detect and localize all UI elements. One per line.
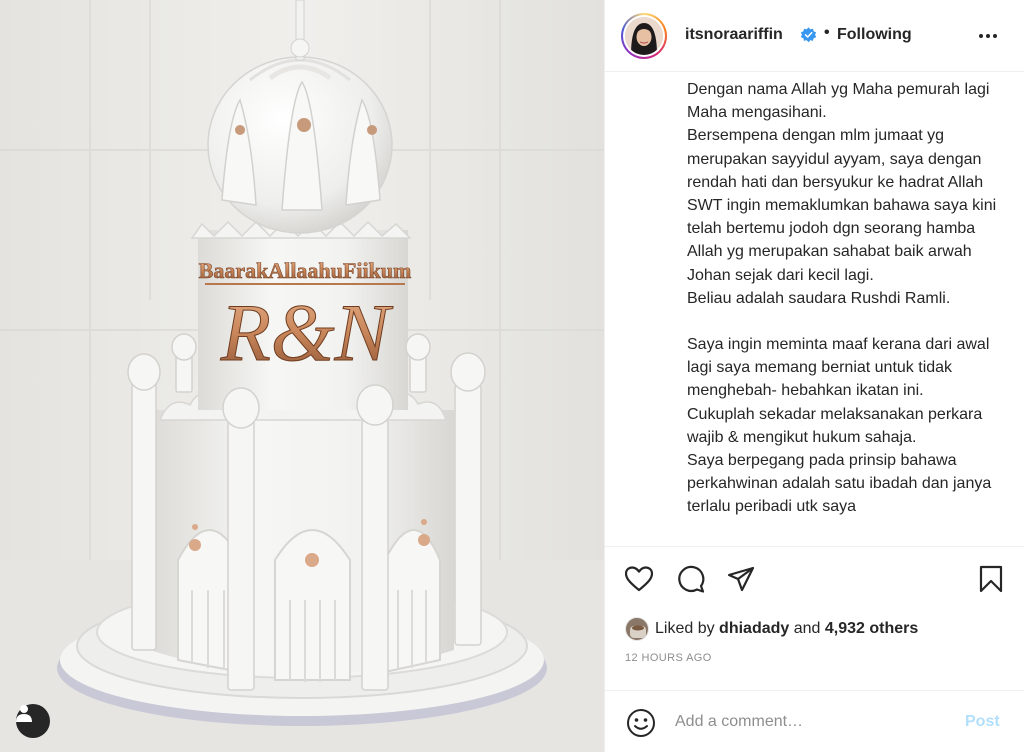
post-timestamp[interactable]: 12 HOURS AGO [625, 652, 712, 664]
post-image[interactable]: BaarakAllaahuFiikum R&N [0, 0, 604, 752]
topper-text-initials: R&N [220, 287, 394, 378]
username[interactable]: itsnoraariffin [685, 26, 783, 44]
post-details-panel: itsnoraariffin • Following Dengan nama A… [604, 0, 1024, 752]
caption-scroll-area[interactable]: Dengan nama Allah yg Maha pemurah lagi M… [605, 73, 1024, 545]
verified-badge-icon [800, 27, 817, 43]
caption-paragraph: Bersempena dengan mlm jumaat yg merupaka… [687, 127, 997, 284]
header-separator: • [824, 24, 830, 41]
comment-input[interactable] [675, 709, 955, 735]
avatar[interactable] [621, 13, 667, 59]
more-options-icon[interactable] [973, 26, 1003, 46]
action-bar [605, 546, 1024, 608]
following-button[interactable]: Following [837, 26, 912, 44]
post-comment-button[interactable]: Post [965, 713, 1000, 731]
likes-conjunction: and [793, 620, 821, 637]
user-profile-icon[interactable] [16, 704, 50, 738]
likes-summary: Liked by dhiadady and 4,932 others [625, 615, 918, 643]
comment-bar: Post [605, 690, 1024, 752]
liker-avatar[interactable] [625, 617, 649, 641]
post-header: itsnoraariffin • Following [605, 0, 1024, 72]
topper-text-top: BaarakAllaahuFiikum [199, 258, 412, 283]
caption-paragraph: Dengan nama Allah yg Maha pemurah lagi M… [687, 81, 990, 122]
likes-others-link[interactable]: 4,932 others [825, 620, 918, 638]
post-caption: Dengan nama Allah yg Maha pemurah lagi M… [687, 78, 1012, 519]
caption-paragraph: Beliau adalah saudara Rushdi Ramli. [687, 289, 951, 307]
bookmark-icon[interactable] [975, 563, 1007, 595]
comment-icon[interactable] [675, 563, 707, 595]
likes-prefix: Liked by [655, 620, 715, 637]
caption-paragraph: Cukuplah sekadar melaksanakan perkara wa… [687, 405, 983, 446]
paper-plane-icon[interactable] [725, 563, 757, 595]
heart-icon[interactable] [623, 563, 655, 595]
cake-illustration: BaarakAllaahuFiikum R&N [0, 0, 604, 752]
caption-paragraph: Saya ingin meminta maaf kerana dari awal… [687, 336, 990, 400]
caption-paragraph: Saya berpegang pada prinsip bahawa perka… [687, 452, 992, 516]
liker-username[interactable]: dhiadady [719, 620, 789, 638]
smiley-icon[interactable] [625, 707, 657, 739]
